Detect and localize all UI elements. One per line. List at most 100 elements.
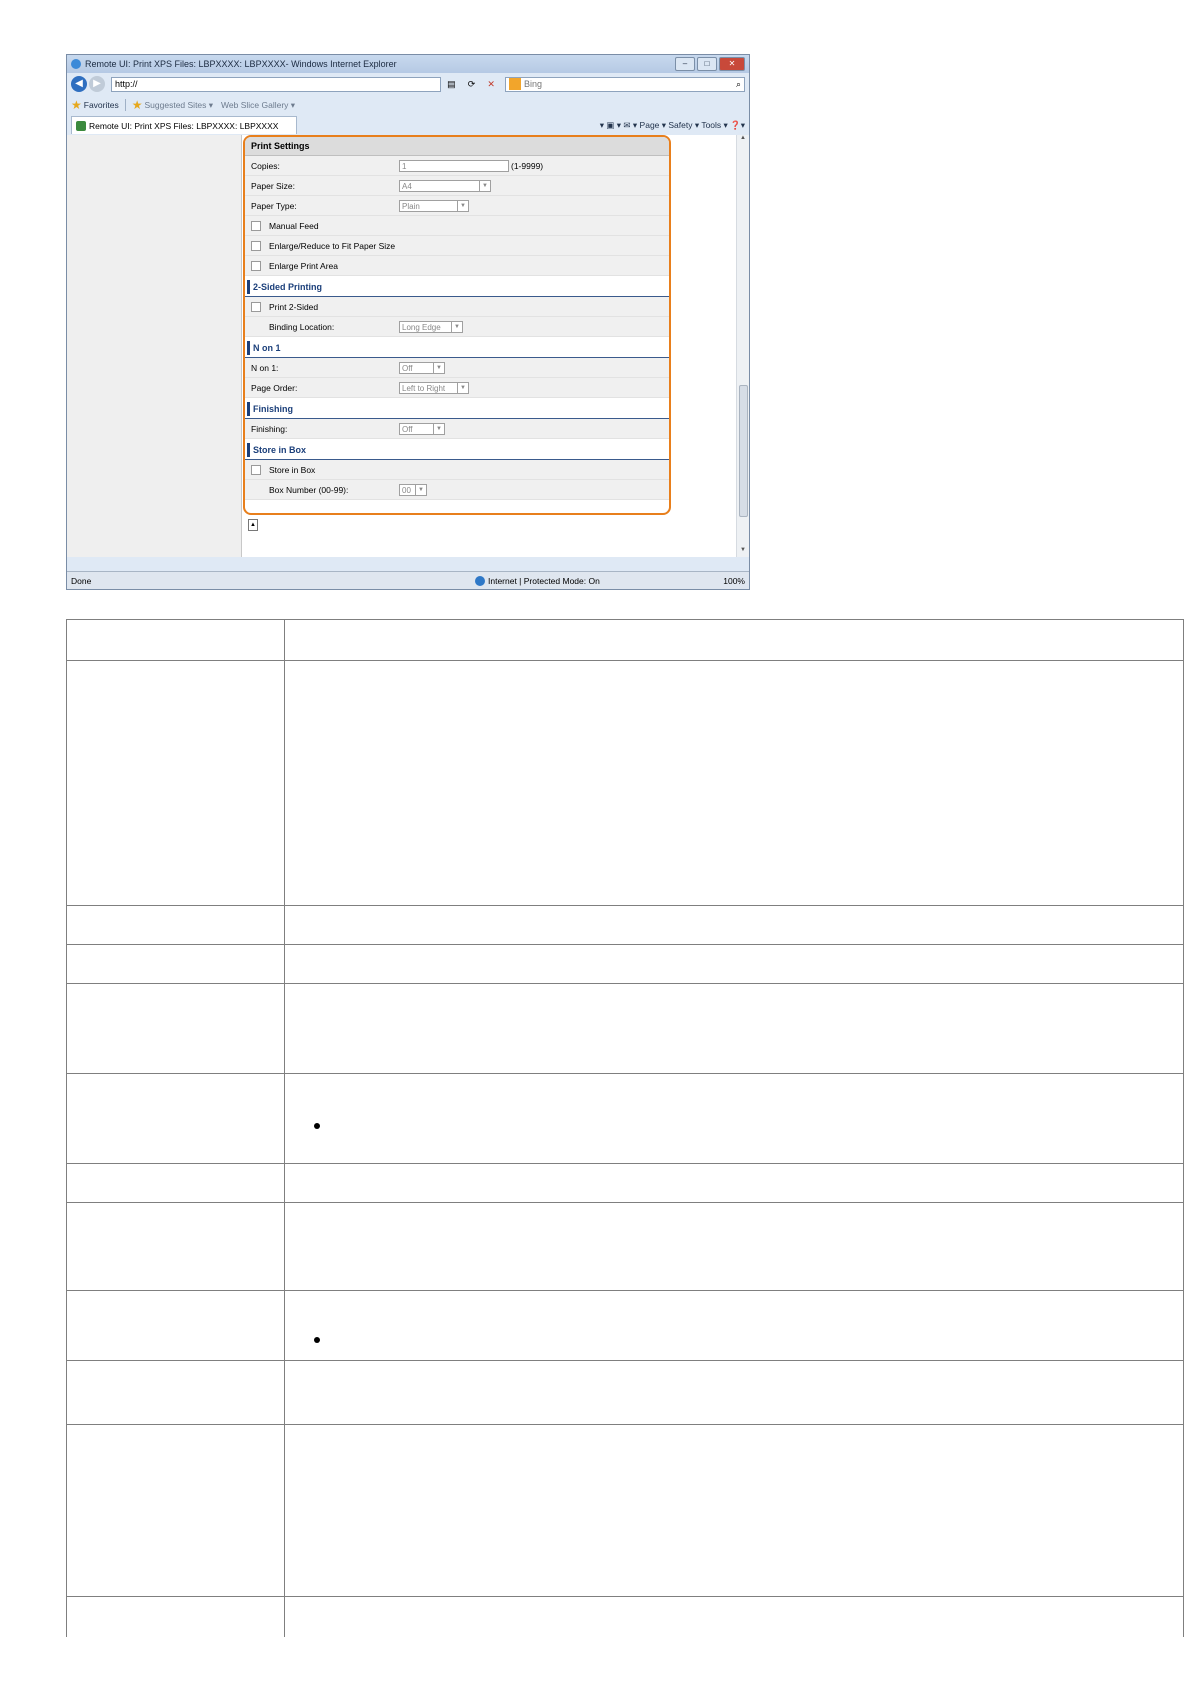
- enlarge-reduce-checkbox[interactable]: [251, 240, 261, 251]
- n-on-1-select[interactable]: Off ▼: [399, 361, 445, 374]
- finishing-value: Off: [402, 424, 413, 434]
- page-order-select[interactable]: Left to Right ▼: [399, 381, 469, 394]
- security-zone[interactable]: Internet | Protected Mode: On: [475, 575, 655, 586]
- paper-type-row: Paper Type: Plain ▼: [245, 196, 669, 216]
- section-marker: [247, 402, 250, 416]
- scroll-down-icon[interactable]: ▼: [737, 547, 749, 557]
- copies-label: Copies:: [251, 160, 280, 171]
- table-row: [66, 944, 1184, 984]
- table-cell: [66, 1163, 285, 1203]
- chevron-down-icon: ▼: [451, 321, 462, 332]
- table-cell: [66, 1360, 285, 1425]
- page-order-label: Page Order:: [251, 382, 298, 393]
- table-cell: [66, 1202, 285, 1291]
- search-input[interactable]: Bing ⌕: [505, 76, 745, 92]
- suggested-sites-link[interactable]: Suggested Sites ▾: [145, 100, 214, 111]
- n-on-1-group-header: N on 1: [245, 339, 669, 358]
- table-row: [66, 1290, 1184, 1361]
- manual-feed-label: Manual Feed: [269, 220, 319, 231]
- print-settings-panel: Print Settings Copies: 1 (1-9999) Paper …: [243, 135, 671, 515]
- paper-type-select[interactable]: Plain ▼: [399, 199, 469, 212]
- bing-icon: [509, 78, 521, 90]
- table-row: [66, 1073, 1184, 1164]
- table-row: [66, 983, 1184, 1074]
- favorites-star-icon: ★: [71, 98, 82, 112]
- table-cell: [66, 619, 285, 661]
- binding-location-select[interactable]: Long Edge ▼: [399, 320, 463, 333]
- finishing-group-header: Finishing: [245, 400, 669, 419]
- status-text: Done: [71, 575, 92, 586]
- copies-row: Copies: 1 (1-9999): [245, 156, 669, 176]
- search-placeholder: Bing: [524, 79, 543, 89]
- n-on-1-value: Off: [402, 363, 413, 373]
- finishing-select[interactable]: Off ▼: [399, 422, 445, 435]
- store-in-box-row: Store in Box: [245, 460, 669, 480]
- scrollbar-thumb[interactable]: [739, 385, 748, 517]
- site-favicon-icon: [76, 120, 86, 131]
- add-favorite-icon[interactable]: ★: [132, 98, 143, 112]
- tab-remote-ui[interactable]: Remote UI: Print XPS Files: LBPXXXX: LBP…: [71, 116, 297, 134]
- page-top-icon[interactable]: ▲: [248, 519, 258, 531]
- favorites-bar: ★ Favorites ★ Suggested Sites ▾ Web Slic…: [67, 95, 749, 115]
- chevron-down-icon: ▼: [457, 200, 468, 211]
- chevron-down-icon: ▼: [457, 382, 468, 393]
- table-cell: [66, 660, 285, 906]
- paper-size-label: Paper Size:: [251, 180, 295, 191]
- address-tools: ▤ ⟳ ✕: [441, 79, 501, 90]
- favorites-button[interactable]: Favorites: [84, 100, 119, 110]
- address-input[interactable]: http://: [111, 76, 441, 92]
- table-row: [66, 660, 1184, 906]
- zoom-level[interactable]: 100%: [655, 576, 745, 586]
- browser-window: Remote UI: Print XPS Files: LBPXXXX: LBP…: [66, 54, 750, 590]
- enlarge-print-area-checkbox[interactable]: [251, 260, 261, 271]
- table-row: [66, 1163, 1184, 1203]
- store-in-box-checkbox[interactable]: [251, 464, 261, 475]
- left-navigation-pane: [67, 135, 242, 557]
- finishing-row: Finishing: Off ▼: [245, 419, 669, 439]
- table-cell: [66, 905, 285, 945]
- minimize-button[interactable]: –: [675, 57, 695, 71]
- table-cell: [284, 905, 1184, 945]
- vertical-scrollbar[interactable]: ▲ ▼: [736, 135, 749, 557]
- manual-feed-checkbox[interactable]: [251, 220, 261, 231]
- back-icon[interactable]: ◀: [71, 76, 87, 92]
- search-icon[interactable]: ⌕: [736, 79, 741, 90]
- store-in-box-title: Store in Box: [253, 445, 307, 455]
- box-number-row: Box Number (00-99): 00 ▼: [245, 480, 669, 500]
- globe-icon: [475, 575, 485, 586]
- table-cell: [284, 1202, 1184, 1291]
- scroll-up-icon[interactable]: ▲: [737, 135, 749, 145]
- copies-input[interactable]: 1: [399, 159, 509, 172]
- window-title: Remote UI: Print XPS Files: LBPXXXX: LBP…: [85, 59, 397, 69]
- page-order-row: Page Order: Left to Right ▼: [245, 378, 669, 398]
- two-sided-group-header: 2-Sided Printing: [245, 278, 669, 297]
- paper-type-label: Paper Type:: [251, 200, 297, 211]
- divider: [124, 99, 126, 111]
- close-button[interactable]: ✕: [719, 57, 745, 71]
- tab-title: Remote UI: Print XPS Files: LBPXXXX: LBP…: [89, 120, 279, 131]
- table-cell: [284, 1360, 1184, 1425]
- maximize-button[interactable]: □: [697, 57, 717, 71]
- refresh-icon[interactable]: ⟳: [468, 79, 476, 90]
- ie-logo-icon: [71, 59, 81, 69]
- web-slice-gallery-link[interactable]: Web Slice Gallery ▾: [221, 100, 295, 111]
- command-bar[interactable]: ▾ ▣ ▾ ✉ ▾ Page ▾ Safety ▾ Tools ▾ ❓▾: [297, 120, 745, 131]
- enlarge-reduce-label: Enlarge/Reduce to Fit Paper Size: [269, 240, 396, 251]
- section-marker: [247, 341, 250, 355]
- address-text: http://: [115, 79, 138, 89]
- box-number-select[interactable]: 00 ▼: [399, 483, 427, 496]
- print-2sided-checkbox[interactable]: [251, 301, 261, 312]
- enlarge-reduce-row: Enlarge/Reduce to Fit Paper Size: [245, 236, 669, 256]
- table-cell: [66, 1424, 285, 1597]
- section-marker: [247, 443, 250, 457]
- table-cell: [284, 619, 1184, 661]
- compat-view-icon[interactable]: ▤: [447, 79, 456, 90]
- store-in-box-group-header: Store in Box: [245, 441, 669, 460]
- table-row: [66, 1202, 1184, 1291]
- enlarge-print-area-row: Enlarge Print Area: [245, 256, 669, 276]
- table-cell: [284, 1596, 1184, 1637]
- stop-icon[interactable]: ✕: [487, 79, 495, 90]
- paper-size-row: Paper Size: A4 ▼: [245, 176, 669, 196]
- forward-icon[interactable]: ▶: [89, 76, 105, 92]
- paper-size-select[interactable]: A4 ▼: [399, 179, 491, 192]
